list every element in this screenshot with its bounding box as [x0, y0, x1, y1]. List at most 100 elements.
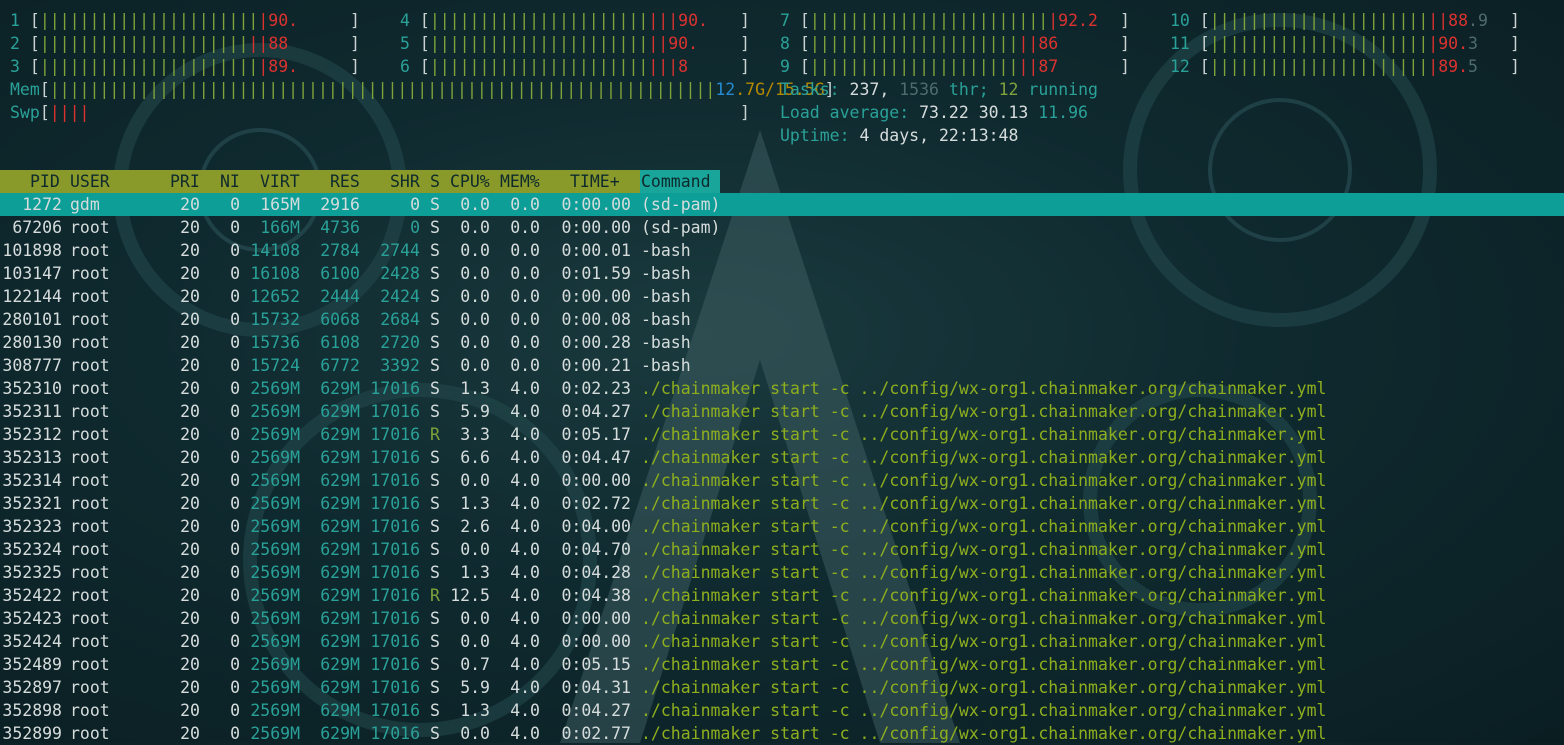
cell-cpu: 0.0: [460, 241, 490, 260]
tasks-count: 237,: [849, 80, 890, 99]
process-row[interactable]: 352310 root 20 0 2569M 629M 17016 S 1.3 4.0 0:02.2…: [0, 377, 1564, 400]
process-row[interactable]: 308777 root 20 0 15724 6772 3392 S 0.0 0.0 0:00.21…: [0, 354, 1564, 377]
cell-user: root: [70, 310, 110, 329]
cell-pri: 20: [180, 379, 200, 398]
cell-pid: 352489: [2, 655, 62, 674]
swp-label: Swp: [10, 103, 40, 122]
process-row[interactable]: 122144 root 20 0 12652 2444 2424 S 0.0 0.0 0:00.00…: [0, 285, 1564, 308]
cell-ni: 0: [230, 195, 240, 214]
cell-virt: 15736: [250, 333, 300, 352]
process-row[interactable]: 352321 root 20 0 2569M 629M 17016 S 1.3 4.0 0:02.7…: [0, 492, 1564, 515]
process-row[interactable]: 352489 root 20 0 2569M 629M 17016 S 0.7 4.0 0:05.1…: [0, 653, 1564, 676]
process-row[interactable]: 352323 root 20 0 2569M 629M 17016 S 2.6 4.0 0:04.0…: [0, 515, 1564, 538]
col-command[interactable]: Command: [641, 170, 711, 193]
process-row[interactable]: 352324 root 20 0 2569M 629M 17016 S 0.0 4.0 0:04.7…: [0, 538, 1564, 561]
cell-pri: 20: [180, 218, 200, 237]
cell-time: 0:00.00: [561, 287, 631, 306]
cell-time: 0:00.08: [561, 310, 631, 329]
cell-time: 0:00.28: [561, 333, 631, 352]
col-user[interactable]: USER: [70, 170, 110, 193]
cell-user: root: [70, 632, 110, 651]
cell-user: root: [70, 471, 110, 490]
col-virt[interactable]: VIRT: [260, 170, 300, 193]
cell-mem: 4.0: [510, 494, 540, 513]
col-mem[interactable]: MEM%: [500, 170, 540, 193]
cpu-id: 3: [10, 57, 20, 76]
uptime-label: Uptime:: [780, 126, 850, 145]
process-row[interactable]: 352311 root 20 0 2569M 629M 17016 S 5.9 4.0 0:04.2…: [0, 400, 1564, 423]
cell-s: S: [430, 724, 440, 743]
cell-virt: 2569M: [250, 471, 300, 490]
mem-label: Mem: [10, 80, 40, 99]
process-row[interactable]: 352314 root 20 0 2569M 629M 17016 S 0.0 4.0 0:00.0…: [0, 469, 1564, 492]
cell-cpu: 0.0: [460, 471, 490, 490]
col-shr[interactable]: SHR: [390, 170, 420, 193]
cell-shr: 2720: [380, 333, 420, 352]
process-row[interactable]: 1272 gdm 20 0 165M 2916 0 S 0.0 0.0 0:00.00 (sd-pam…: [0, 193, 1564, 216]
cell-cpu: 0.0: [460, 632, 490, 651]
col-pid[interactable]: PID: [30, 170, 60, 193]
cell-time: 0:02.77: [561, 724, 631, 743]
cell-s: R: [430, 586, 440, 605]
col-time[interactable]: TIME+: [570, 170, 620, 193]
cell-pid: 352323: [2, 517, 62, 536]
cpu-meter-5: 5 [||||||||||||||||||||||||90.: [400, 34, 699, 53]
cell-cmd: -bash: [641, 333, 691, 352]
cpu-percent: 90.: [668, 34, 699, 53]
cell-user: root: [70, 517, 110, 536]
process-row[interactable]: 352897 root 20 0 2569M 629M 17016 S 5.9 4.0 0:04.3…: [0, 676, 1564, 699]
cell-time: 0:00.00: [561, 609, 631, 628]
process-row[interactable]: 352899 root 20 0 2569M 629M 17016 S 0.0 4.0 0:02.7…: [0, 722, 1564, 745]
col-cpu[interactable]: CPU%: [450, 170, 490, 193]
cpu-meter-9: 9 [|||||||||||||||||||||||87: [780, 57, 1059, 76]
process-row[interactable]: 280101 root 20 0 15732 6068 2684 S 0.0 0.0 0:00.08…: [0, 308, 1564, 331]
cpu-percent: 90.: [678, 11, 708, 30]
process-row[interactable]: 280130 root 20 0 15736 6108 2720 S 0.0 0.0 0:00.28…: [0, 331, 1564, 354]
cpu-percent-tail: .9: [1468, 11, 1488, 30]
process-row[interactable]: 352424 root 20 0 2569M 629M 17016 S 0.0 4.0 0:00.0…: [0, 630, 1564, 653]
process-row[interactable]: 101898 root 20 0 14108 2784 2744 S 0.0 0.0 0:00.01…: [0, 239, 1564, 262]
cpu-bar: ||||||||||||||||||||||: [429, 11, 649, 30]
mem-bar: ||||||||||||||||||||||||||||||||||||||||…: [49, 80, 716, 99]
cell-virt: 15724: [250, 356, 300, 375]
cell-pid: 352314: [2, 471, 62, 490]
process-row[interactable]: 352898 root 20 0 2569M 629M 17016 S 1.3 4.0 0:04.2…: [0, 699, 1564, 722]
cell-time: 0:04.27: [561, 402, 631, 421]
cpu-bar-high: |||: [648, 11, 679, 30]
cell-shr: 17016: [370, 609, 420, 628]
col-ni[interactable]: NI: [220, 170, 240, 193]
cpu-meter-end: ]: [350, 34, 360, 53]
cpu-meter-2: 2 [|||||||||||||||||||||||88: [10, 34, 289, 53]
cell-s: S: [430, 333, 440, 352]
cpu-bar-high: |: [258, 57, 269, 76]
process-row[interactable]: 352325 root 20 0 2569M 629M 17016 S 1.3 4.0 0:04.2…: [0, 561, 1564, 584]
process-row[interactable]: 352313 root 20 0 2569M 629M 17016 S 6.6 4.0 0:04.4…: [0, 446, 1564, 469]
process-row[interactable]: 352312 root 20 0 2569M 629M 17016 R 3.3 4.0 0:05.1…: [0, 423, 1564, 446]
col-res[interactable]: RES: [330, 170, 360, 193]
cell-res: 629M: [320, 609, 360, 628]
cpu-percent: 87: [1038, 57, 1059, 76]
cell-pri: 20: [180, 586, 200, 605]
cell-user: root: [70, 402, 110, 421]
cell-ni: 0: [230, 241, 240, 260]
swp-meter: Swp[||||: [10, 103, 90, 122]
cell-user: root: [70, 425, 110, 444]
cell-pri: 20: [180, 425, 200, 444]
cell-cmd: ./chainmaker start -c ../config/wx-org1.…: [641, 494, 1327, 513]
col-state[interactable]: S: [430, 170, 440, 193]
cell-pri: 20: [180, 448, 200, 467]
cell-virt: 2569M: [250, 425, 300, 444]
running-count: 12: [998, 80, 1019, 99]
cpu-bar-high: |: [1048, 11, 1059, 30]
cell-s: S: [430, 540, 440, 559]
process-row[interactable]: 352423 root 20 0 2569M 629M 17016 S 0.0 4.0 0:00.0…: [0, 607, 1564, 630]
cell-ni: 0: [230, 678, 240, 697]
col-pri[interactable]: PRI: [170, 170, 200, 193]
cell-shr: 2424: [380, 287, 420, 306]
cell-pri: 20: [180, 356, 200, 375]
process-row[interactable]: 67206 root 20 0 166M 4736 0 S 0.0 0.0 0:00.00 (sd-p…: [0, 216, 1564, 239]
cell-res: 2444: [320, 287, 360, 306]
process-row[interactable]: 352422 root 20 0 2569M 629M 17016 R 12.5 4.0 0:04.…: [0, 584, 1564, 607]
process-row[interactable]: 103147 root 20 0 16108 6100 2428 S 0.0 0.0 0:01.59…: [0, 262, 1564, 285]
cell-ni: 0: [230, 724, 240, 743]
